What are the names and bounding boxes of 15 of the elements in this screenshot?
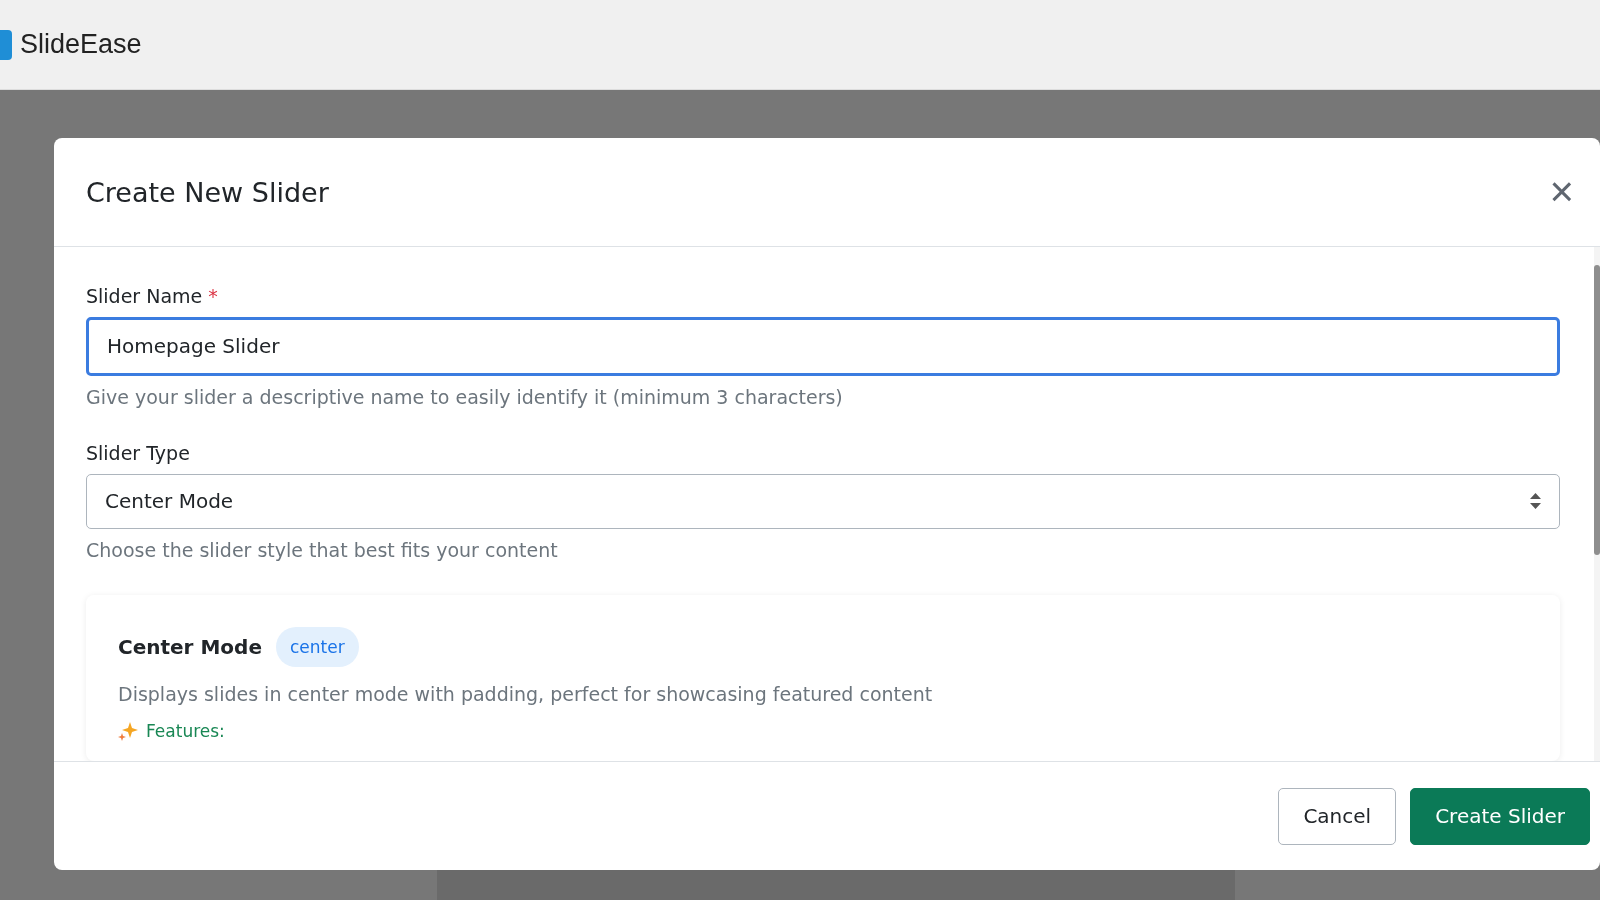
preview-title: Center Mode	[118, 635, 262, 659]
app-logo: SlideEase	[20, 29, 142, 60]
help-text: Choose the slider style that best fits your content	[86, 539, 559, 561]
field-label: Slider Name *	[86, 285, 219, 307]
dialog-title: Create New Slider	[86, 176, 329, 208]
features-label: Features:	[146, 721, 225, 741]
create-button[interactable]: Create Slider	[1410, 787, 1590, 845]
close-button[interactable]: ×	[1545, 174, 1578, 210]
help-text: Give your slider a descriptive name to easily identify it (minimum 3 characters)	[86, 385, 844, 408]
cancel-button[interactable]: Cancel	[1278, 787, 1397, 845]
type-tag: center	[275, 627, 359, 667]
name-input[interactable]: Homepage Slider	[86, 317, 1560, 376]
type-select[interactable]: Center Mode	[86, 473, 1560, 529]
field-label: Slider Type	[86, 441, 191, 464]
preview-description: Displays slides in center mode with padding, perfect for showcasing featured content	[118, 683, 934, 705]
